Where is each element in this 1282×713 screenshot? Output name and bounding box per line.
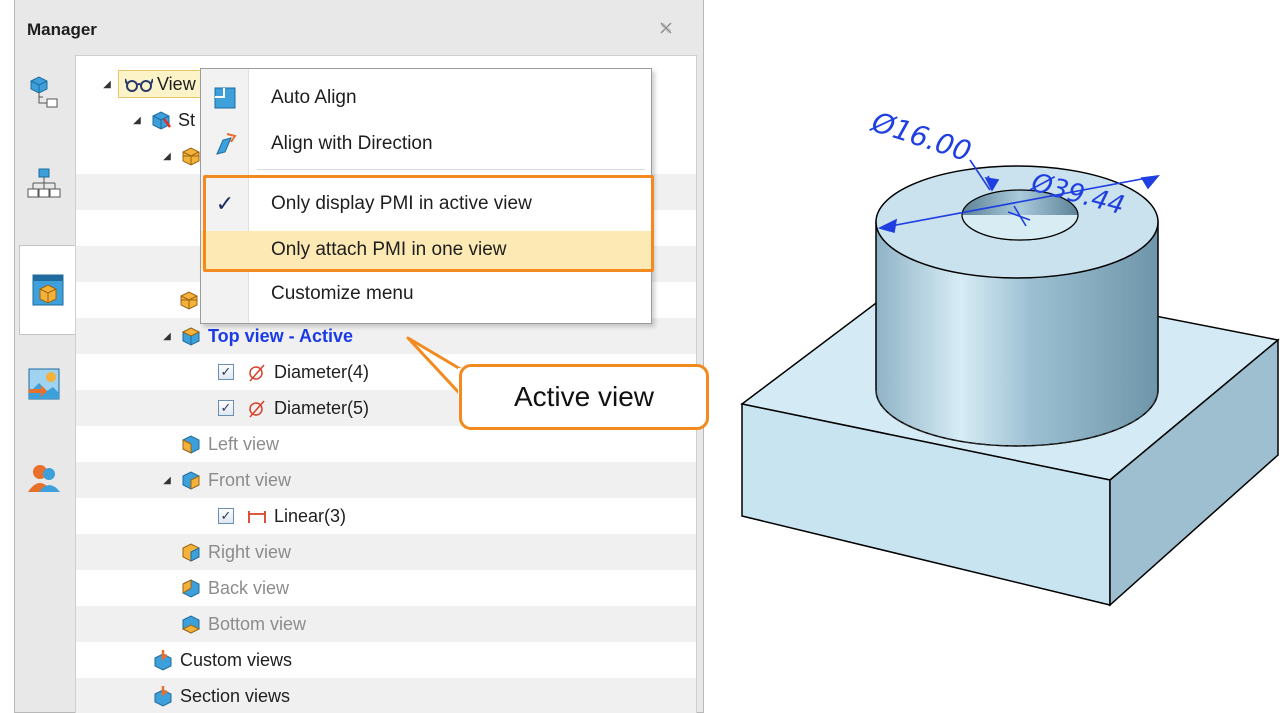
- assembly-tree-tab[interactable]: [19, 63, 69, 121]
- visibility-checkbox[interactable]: ✓: [218, 508, 234, 524]
- view-cube-icon: [180, 577, 202, 599]
- users-icon: [28, 465, 60, 492]
- collapse-arrow-icon[interactable]: ◢: [160, 475, 174, 486]
- tree-label: Diameter(4): [274, 361, 370, 382]
- tree-item-linear-3[interactable]: ✓ Linear(3): [76, 498, 696, 534]
- section-views-icon: [152, 685, 174, 707]
- tree-label: Section views: [180, 685, 291, 706]
- screen: Manager ◢ View ◢ St ◢ ◢ Top view - Activ…: [0, 0, 1282, 713]
- tree-label: Bottom view: [208, 613, 307, 634]
- diameter-icon: [246, 361, 268, 383]
- visibility-checkbox[interactable]: ✓: [218, 400, 234, 416]
- context-menu: Auto Align Align with Direction ✓ Only d…: [200, 68, 652, 324]
- tree-item-custom-views[interactable]: Custom views: [76, 642, 696, 678]
- standard-views-icon: [150, 109, 172, 131]
- menu-item-label: Align with Direction: [271, 133, 433, 154]
- view-cube-icon: [178, 289, 200, 311]
- image-import-icon: [28, 368, 60, 400]
- collapse-arrow-icon[interactable]: ◢: [160, 151, 174, 162]
- collapse-arrow-icon[interactable]: ◢: [160, 331, 174, 342]
- tree-item-front-view[interactable]: ◢ Front view: [76, 462, 696, 498]
- tree-label: Diameter(5): [274, 397, 370, 418]
- view-group-icon: [180, 145, 202, 167]
- collapse-arrow-icon[interactable]: ◢: [100, 79, 114, 90]
- tree-label: Back view: [208, 577, 290, 598]
- view-cube-icon: [32, 274, 63, 306]
- model-viewport: Ø16.00 Ø39.44: [740, 105, 1280, 607]
- tree-item-left-view[interactable]: Left view: [76, 426, 696, 462]
- menu-item-label: Only display PMI in active view: [271, 193, 532, 214]
- callout-text: Active view: [513, 381, 655, 412]
- checkmark-icon: ✓: [215, 191, 235, 216]
- diameter-icon: [246, 397, 268, 419]
- menu-item-auto-align[interactable]: Auto Align: [201, 79, 651, 117]
- view-cube-icon: [180, 613, 202, 635]
- tree-label: Front view: [208, 469, 292, 490]
- tree-label: St: [178, 109, 196, 130]
- tree-label: Left view: [208, 433, 280, 454]
- align-direction-icon: [201, 125, 249, 163]
- tree-item-section-views[interactable]: Section views: [76, 678, 696, 713]
- active-view-callout: Active view: [459, 364, 709, 430]
- tree-item-right-view[interactable]: Right view: [76, 534, 696, 570]
- tree-label: Linear(3): [274, 505, 347, 526]
- tree-label: Right view: [208, 541, 292, 562]
- menu-item-label: Customize menu: [271, 283, 414, 304]
- view-manager-tab[interactable]: [19, 245, 75, 335]
- visibility-checkbox[interactable]: ✓: [218, 364, 234, 380]
- view-cube-icon: [180, 433, 202, 455]
- menu-separator: [257, 169, 645, 170]
- view-cube-icon: [180, 325, 202, 347]
- menu-item-blank-icon: [201, 231, 249, 269]
- tree-label: View: [157, 73, 196, 94]
- tree-item-bottom-view[interactable]: Bottom view: [76, 606, 696, 642]
- menu-item-align-direction[interactable]: Align with Direction: [201, 125, 651, 163]
- menu-item-customize[interactable]: Customize menu: [201, 275, 651, 313]
- menu-item-only-display-pmi[interactable]: ✓ Only display PMI in active view: [201, 185, 651, 223]
- hierarchy-tab[interactable]: [19, 155, 69, 213]
- menu-item-only-attach-pmi[interactable]: Only attach PMI in one view: [201, 231, 651, 269]
- glasses-icon: [125, 78, 153, 92]
- image-tab[interactable]: [19, 355, 69, 413]
- linear-dimension-icon: [246, 505, 268, 527]
- side-tab-bar: [15, 55, 75, 655]
- menu-item-blank-icon: [201, 275, 249, 313]
- view-cube-icon: [180, 541, 202, 563]
- collapse-arrow-icon[interactable]: ◢: [130, 115, 144, 126]
- diameter-16-label: Ø16.00: [867, 105, 975, 168]
- hierarchy-icon: [27, 168, 61, 198]
- auto-align-icon: [201, 79, 249, 117]
- menu-item-label: Only attach PMI in one view: [271, 239, 507, 260]
- tree-label: Custom views: [180, 649, 293, 670]
- tree-item-back-view[interactable]: Back view: [76, 570, 696, 606]
- menu-item-label: Auto Align: [271, 87, 357, 108]
- tree-label-active: Top view - Active: [208, 325, 354, 346]
- close-icon[interactable]: [657, 21, 675, 39]
- assembly-tree-icon: [30, 76, 58, 108]
- panel-title: Manager: [27, 20, 97, 39]
- users-tab[interactable]: [19, 450, 69, 508]
- view-cube-icon: [180, 469, 202, 491]
- custom-views-icon: [152, 649, 174, 671]
